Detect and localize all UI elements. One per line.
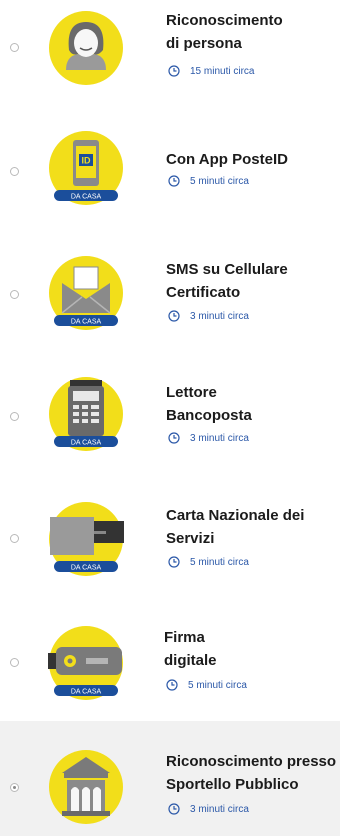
identification-method-list: Riconoscimento di persona 15 minuti circ… [0,0,340,836]
title-line-1: Carta Nazionale dei [166,507,305,524]
option-sportello-pubblico[interactable]: Riconoscimento presso Sportello Pubblico… [0,721,340,836]
radio-button[interactable] [10,534,19,543]
clock-icon [168,65,180,77]
da-casa-badge: DA CASA [71,565,102,572]
radio-button[interactable] [10,167,19,176]
clock-icon [168,432,180,444]
clock-icon [168,803,180,815]
option-title: SMS su Cellulare Certificato [166,258,338,304]
option-carta-nazionale-servizi[interactable]: DA CASA Carta Nazionale dei Servizi 5 mi… [0,479,340,599]
duration-text: 3 minuti circa [190,310,249,322]
da-casa-badge: DA CASA [71,194,102,201]
title-line-1: Lettore [166,384,217,401]
radio-button[interactable] [10,412,19,421]
radio-button[interactable] [10,43,19,52]
clock-icon [168,556,180,568]
clock-icon [168,175,180,187]
duration-label: 3 minuti circa [168,310,249,322]
radio-button[interactable] [10,658,19,667]
option-sms-cellulare[interactable]: DA CASA SMS su Cellulare Certificato 3 m… [0,233,340,353]
posteid-app-icon: ID DA CASA [48,130,124,206]
duration-text: 15 minuti circa [190,65,255,77]
title-line-2: di persona [166,35,242,52]
title-line-1: SMS su Cellulare [166,261,288,278]
duration-label: 3 minuti circa [168,803,249,815]
title-line-2: Bancoposta [166,407,252,424]
option-title: Firma digitale [164,626,336,672]
radio-button[interactable] [10,290,19,299]
radio-button-selected[interactable] [10,783,19,792]
sms-envelope-icon: DA CASA [48,255,124,331]
title-line-2: digitale [164,652,217,669]
duration-label: 5 minuti circa [166,679,247,691]
duration-label: 5 minuti circa [168,175,249,187]
duration-text: 5 minuti circa [188,679,247,691]
person-icon [48,10,124,86]
duration-label: 15 minuti circa [168,65,254,77]
title-line-1: Con App PosteID [166,151,288,168]
usb-key-icon: DA CASA [48,625,124,701]
option-firma-digitale[interactable]: DA CASA Firma digitale 5 minuti circa [0,603,340,723]
da-casa-badge: DA CASA [71,689,102,696]
duration-text: 3 minuti circa [190,432,249,444]
option-title: Riconoscimento di persona [166,9,338,55]
duration-text: 5 minuti circa [190,556,249,568]
option-title: Carta Nazionale dei Servizi [166,504,338,550]
option-riconoscimento-persona[interactable]: Riconoscimento di persona 15 minuti circ… [0,0,340,108]
title-line-1: Firma [164,629,205,646]
bank-building-icon [48,749,124,825]
option-title: Riconoscimento presso Sportello Pubblico [166,750,338,796]
da-casa-badge: DA CASA [71,440,102,447]
da-casa-badge: DA CASA [71,319,102,326]
duration-text: 5 minuti circa [190,175,249,187]
clock-icon [168,310,180,322]
option-title: Lettore Bancoposta [166,381,338,427]
option-app-posteid[interactable]: ID DA CASA Con App PosteID 5 minuti circ… [0,108,340,228]
option-lettore-bancoposta[interactable]: DA CASA Lettore Bancoposta 3 minuti circ… [0,354,340,474]
title-line-2: Servizi [166,530,215,547]
duration-text: 3 minuti circa [190,803,249,815]
title-line-2: Sportello Pubblico [166,776,299,793]
id-label: ID [82,156,92,166]
duration-label: 5 minuti circa [168,556,249,568]
title-line-2: Certificato [166,284,241,301]
national-card-icon: DA CASA [48,501,124,577]
title-line-1: Riconoscimento presso [166,753,337,770]
duration-label: 3 minuti circa [168,432,249,444]
title-line-1: Riconoscimento [166,12,283,29]
clock-icon [166,679,178,691]
option-title: Con App PosteID [166,148,338,171]
card-reader-icon: DA CASA [48,376,124,452]
